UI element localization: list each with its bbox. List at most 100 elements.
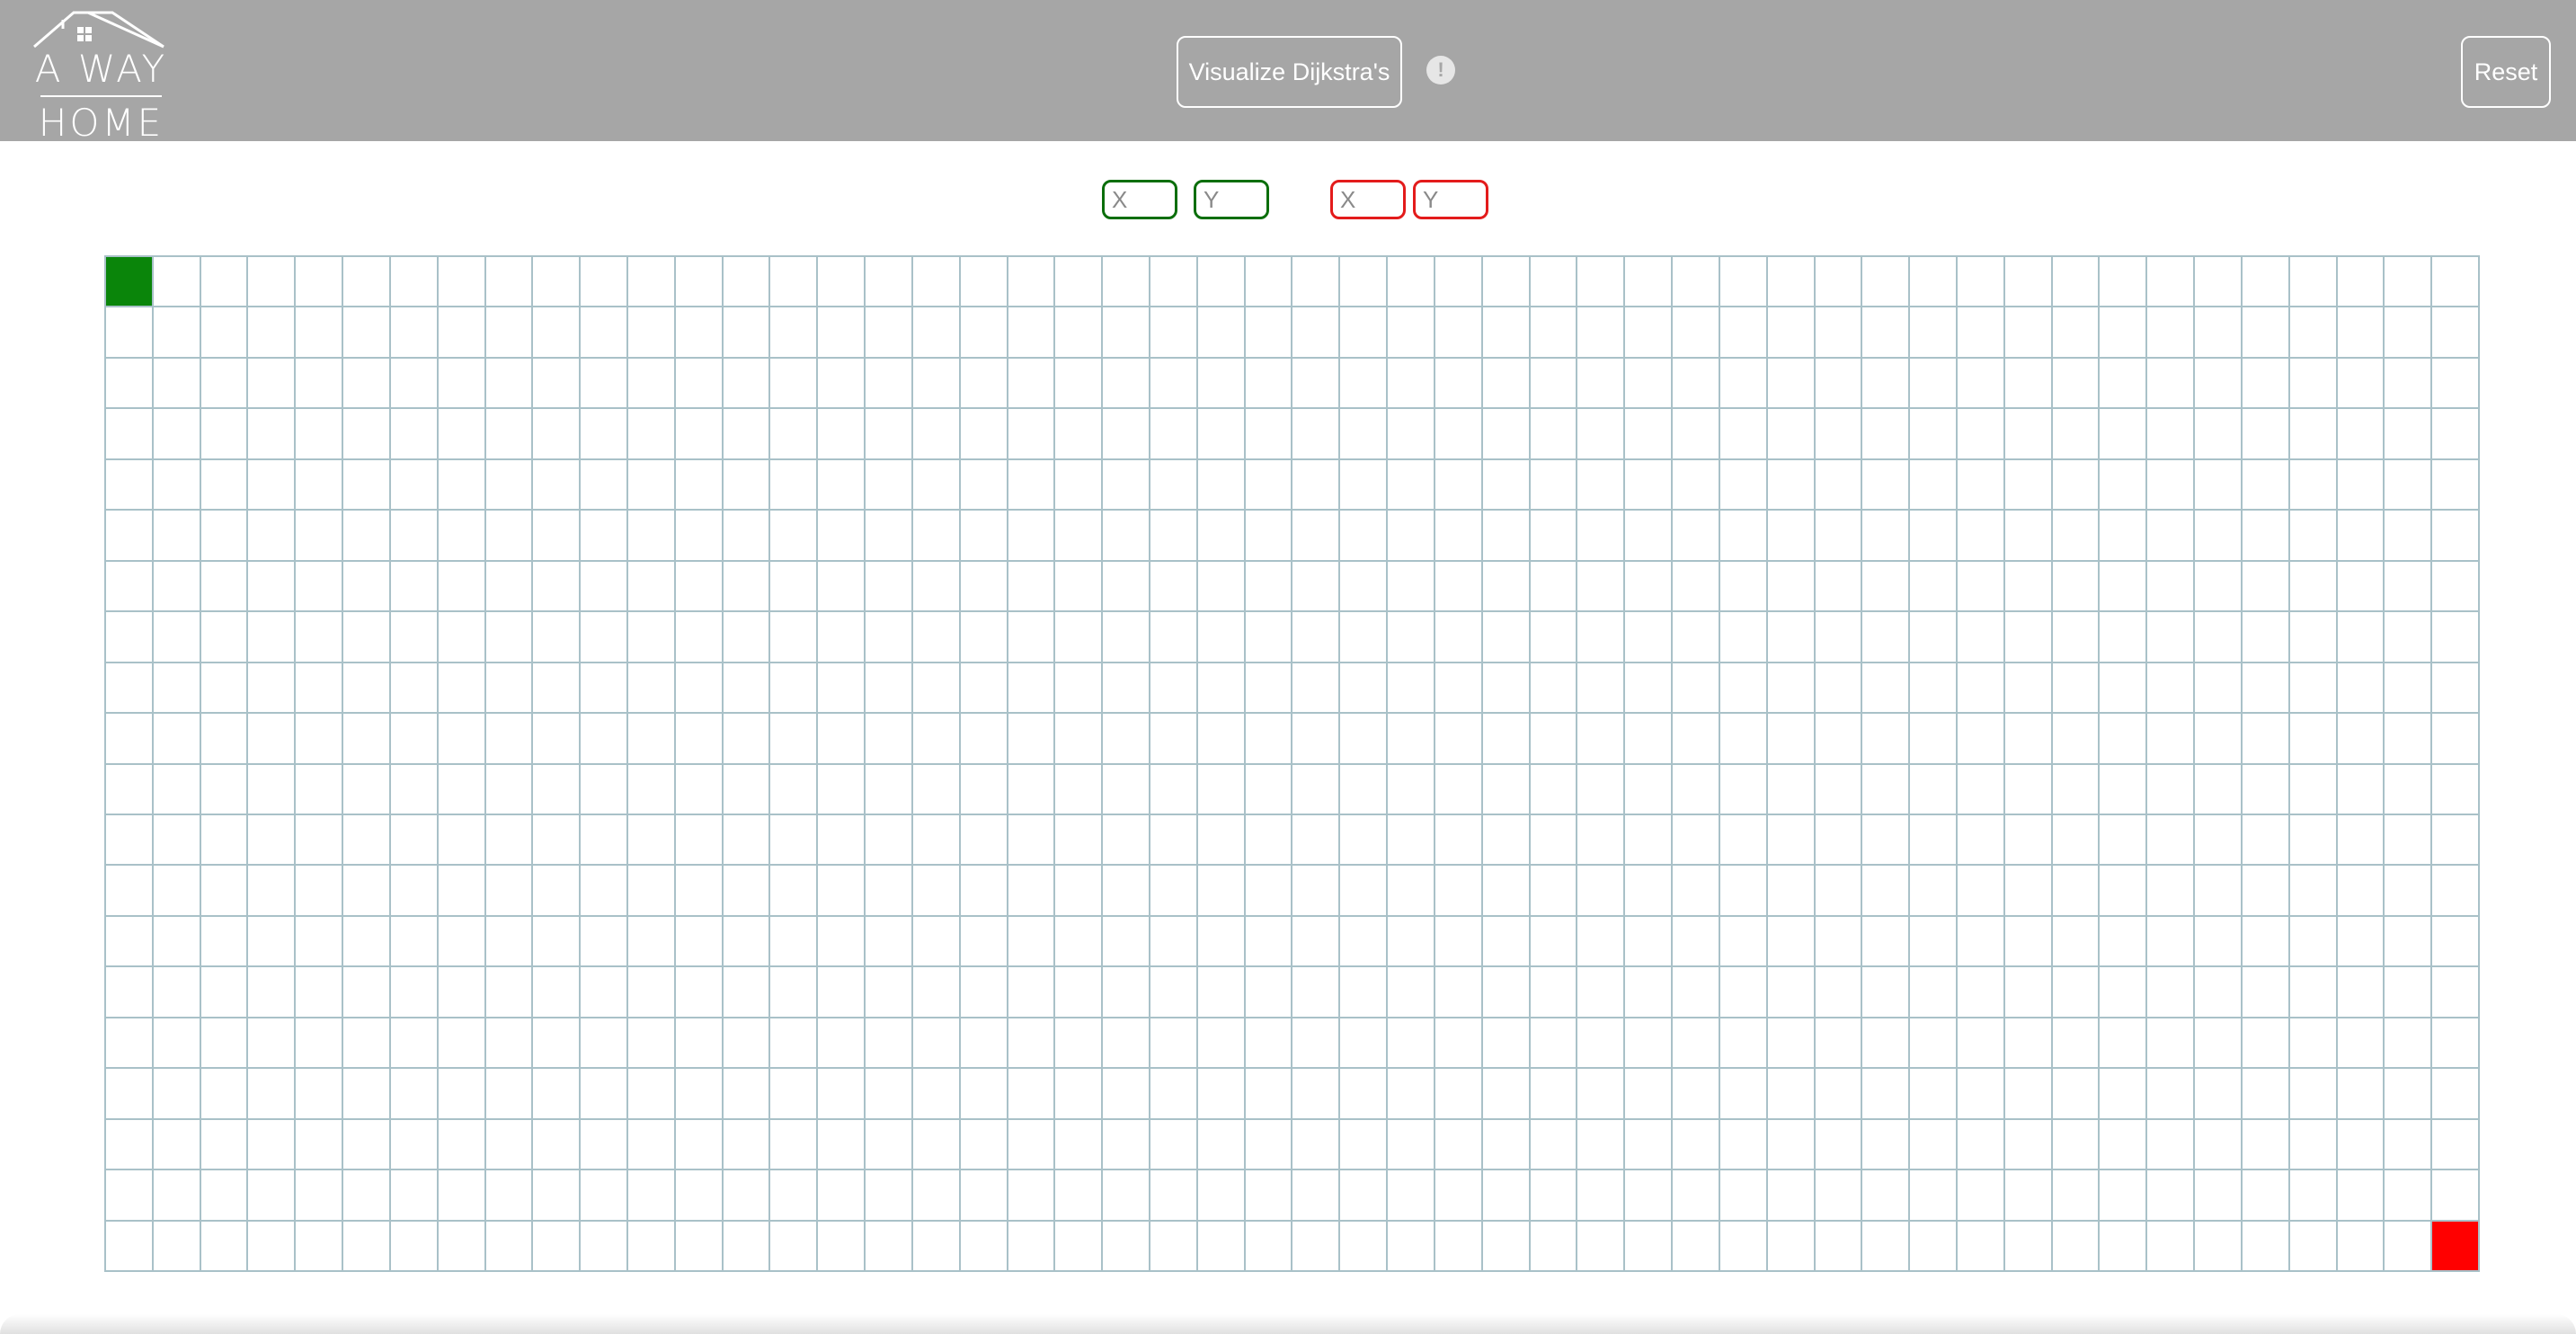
grid-node[interactable]	[1197, 764, 1246, 815]
grid-node[interactable]	[1482, 612, 1531, 663]
grid-node[interactable]	[438, 764, 486, 815]
grid-node[interactable]	[2147, 714, 2196, 765]
grid-node[interactable]	[2052, 714, 2101, 765]
grid-node[interactable]	[723, 561, 771, 613]
grid-node[interactable]	[1815, 1069, 1863, 1120]
grid-node[interactable]	[2242, 916, 2290, 968]
grid-node[interactable]	[1245, 916, 1293, 968]
grid-node[interactable]	[1197, 1119, 1246, 1171]
grid-node[interactable]	[390, 866, 439, 917]
grid-node[interactable]	[1008, 257, 1056, 308]
grid-node[interactable]	[1767, 459, 1816, 511]
grid-node[interactable]	[1340, 459, 1389, 511]
grid-node[interactable]	[1103, 714, 1151, 765]
grid-node[interactable]	[1197, 561, 1246, 613]
grid-node[interactable]	[818, 307, 866, 359]
grid-node[interactable]	[1245, 1170, 1293, 1222]
grid-node[interactable]	[960, 1221, 1008, 1272]
grid-node[interactable]	[1530, 307, 1578, 359]
grid-node[interactable]	[1055, 1221, 1104, 1272]
grid-node[interactable]	[533, 257, 582, 308]
grid-node[interactable]	[1815, 459, 1863, 511]
grid-node[interactable]	[960, 511, 1008, 562]
grid-node[interactable]	[1103, 307, 1151, 359]
grid-node[interactable]	[2004, 714, 2053, 765]
grid-node[interactable]	[1008, 663, 1056, 715]
grid-node[interactable]	[1340, 1119, 1389, 1171]
grid-node[interactable]	[2052, 307, 2101, 359]
grid-node[interactable]	[533, 866, 582, 917]
grid-node[interactable]	[1625, 257, 1674, 308]
grid-node[interactable]	[533, 1119, 582, 1171]
grid-node[interactable]	[1340, 714, 1389, 765]
grid-node[interactable]	[296, 511, 344, 562]
grid-node[interactable]	[2004, 358, 2053, 410]
grid-node[interactable]	[2147, 358, 2196, 410]
grid-node[interactable]	[1530, 1069, 1578, 1120]
grid-node[interactable]	[1625, 1170, 1674, 1222]
pathfinding-grid[interactable]	[104, 255, 2480, 1272]
grid-node[interactable]	[2004, 561, 2053, 613]
grid-node[interactable]	[200, 612, 249, 663]
grid-node[interactable]	[1815, 511, 1863, 562]
grid-node[interactable]	[1767, 1018, 1816, 1070]
grid-node[interactable]	[153, 1119, 201, 1171]
grid-node[interactable]	[1245, 257, 1293, 308]
grid-node[interactable]	[1625, 1119, 1674, 1171]
grid-node[interactable]	[1388, 663, 1435, 715]
grid-node[interactable]	[200, 1069, 249, 1120]
grid-node[interactable]	[2385, 409, 2433, 460]
grid-node[interactable]	[960, 814, 1008, 867]
grid-node[interactable]	[296, 967, 344, 1018]
grid-node[interactable]	[106, 663, 154, 715]
grid-node[interactable]	[1197, 1170, 1246, 1222]
grid-node[interactable]	[106, 358, 154, 410]
grid-node[interactable]	[1150, 459, 1198, 511]
grid-node[interactable]	[1767, 916, 1816, 968]
grid-node[interactable]	[1197, 967, 1246, 1018]
grid-node[interactable]	[2242, 307, 2290, 359]
grid-node[interactable]	[2242, 714, 2290, 765]
grid-node[interactable]	[2385, 714, 2433, 765]
grid-node[interactable]	[1008, 866, 1056, 917]
grid-node[interactable]	[818, 814, 866, 867]
grid-node[interactable]	[1008, 459, 1056, 511]
grid-node[interactable]	[723, 1119, 771, 1171]
grid-node[interactable]	[390, 358, 439, 410]
grid-node[interactable]	[1577, 714, 1626, 765]
grid-node[interactable]	[2004, 663, 2053, 715]
grid-node[interactable]	[1625, 866, 1674, 917]
grid-node[interactable]	[2337, 814, 2385, 867]
grid-node[interactable]	[770, 1018, 819, 1070]
grid-node[interactable]	[533, 1018, 582, 1070]
grid-node[interactable]	[1245, 1069, 1293, 1120]
grid-node[interactable]	[533, 663, 582, 715]
grid-node[interactable]	[2004, 764, 2053, 815]
grid-node[interactable]	[675, 511, 724, 562]
grid-node[interactable]	[1910, 1119, 1958, 1171]
grid-node[interactable]	[248, 612, 297, 663]
grid-node[interactable]	[1625, 459, 1674, 511]
grid-node[interactable]	[1625, 612, 1674, 663]
grid-node[interactable]	[1673, 967, 1720, 1018]
grid-node[interactable]	[2195, 409, 2243, 460]
grid-node[interactable]	[1957, 916, 2005, 968]
grid-node[interactable]	[818, 663, 866, 715]
grid-node[interactable]	[438, 511, 486, 562]
grid-node[interactable]	[2147, 459, 2196, 511]
grid-node[interactable]	[485, 459, 534, 511]
grid-node[interactable]	[1245, 714, 1293, 765]
grid-node[interactable]	[581, 358, 629, 410]
grid-node[interactable]	[581, 866, 629, 917]
grid-node[interactable]	[1910, 511, 1958, 562]
grid-node[interactable]	[438, 1221, 486, 1272]
grid-node[interactable]	[485, 561, 534, 613]
grid-node[interactable]	[1577, 612, 1626, 663]
grid-node[interactable]	[1008, 1221, 1056, 1272]
grid-node[interactable]	[2385, 1170, 2433, 1222]
grid-node[interactable]	[2385, 916, 2433, 968]
grid-node[interactable]	[438, 409, 486, 460]
grid-node[interactable]	[1245, 358, 1293, 410]
grid-node[interactable]	[2195, 307, 2243, 359]
grid-node[interactable]	[2242, 409, 2290, 460]
